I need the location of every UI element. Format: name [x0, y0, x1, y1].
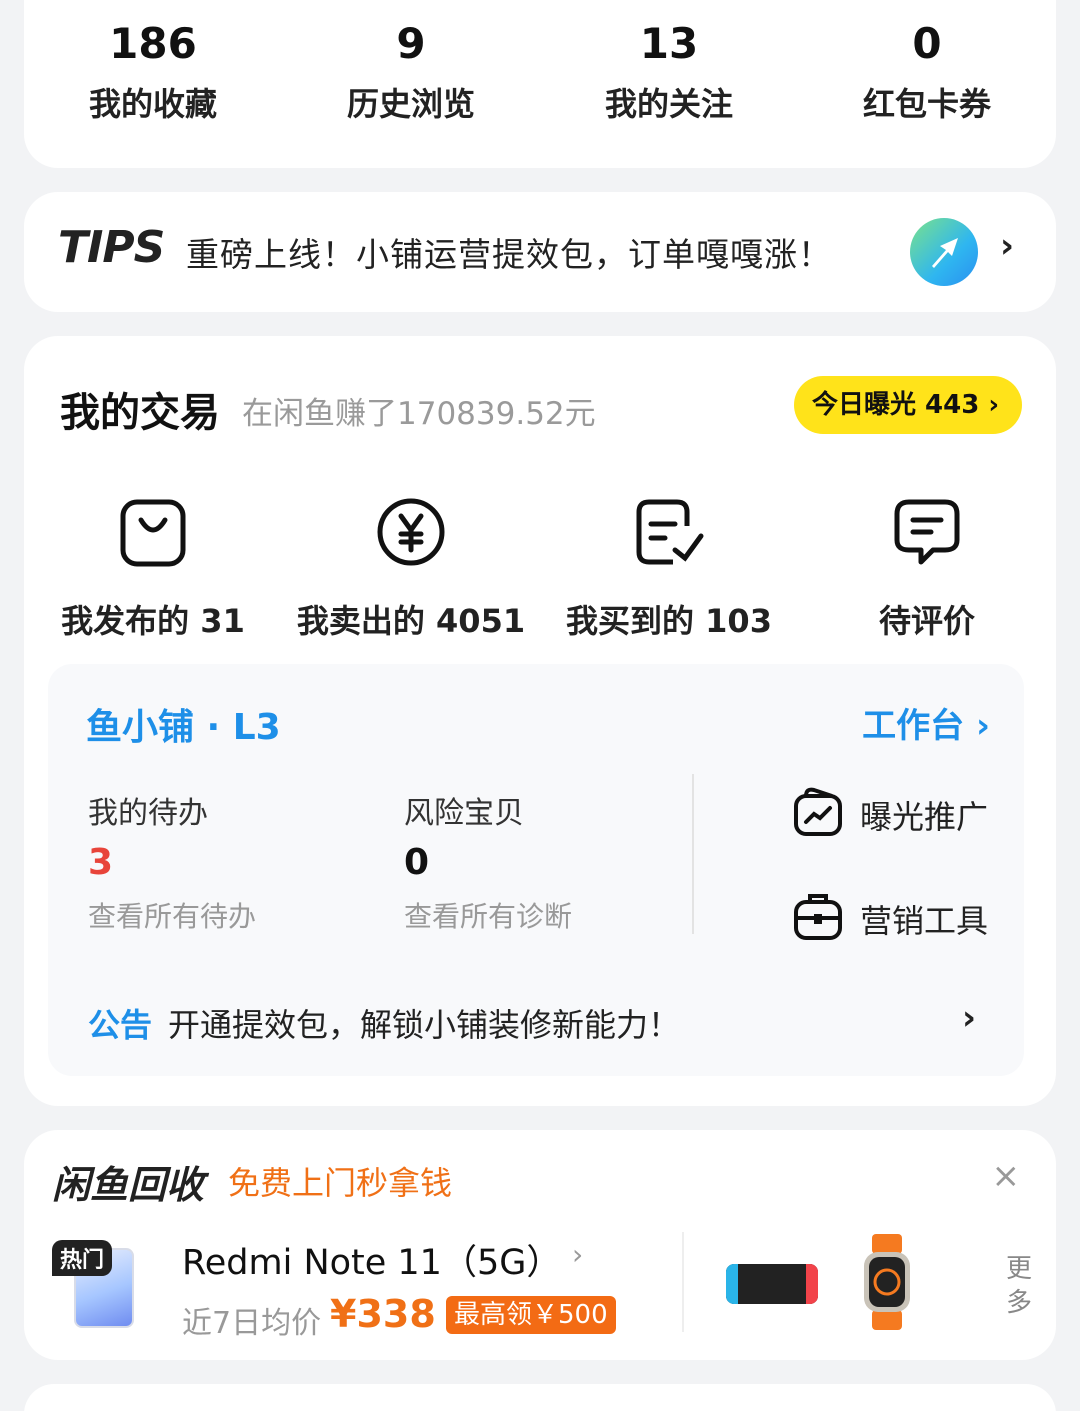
risk-block[interactable]: 风险宝贝 0 查看所有诊断	[404, 788, 572, 935]
sold-entry[interactable]: 我卖出的 4051	[282, 496, 540, 642]
published-entry[interactable]: 我发布的 31	[24, 496, 282, 642]
briefcase-icon	[792, 890, 844, 942]
risk-title: 风险宝贝	[404, 796, 524, 831]
shop-notice[interactable]: 公告 开通提效包，解锁小铺装修新能力！	[88, 1000, 680, 1046]
risk-link[interactable]: 查看所有诊断	[404, 895, 572, 935]
chevron-right-icon: ›	[572, 1238, 584, 1271]
today-exposure-button[interactable]: 今日曝光 443 ›	[794, 376, 1022, 434]
notice-text: 开通提效包，解锁小铺装修新能力！	[168, 1006, 681, 1044]
to-review-entry[interactable]: 待评价	[798, 496, 1056, 642]
stat-label: 我的关注	[604, 85, 733, 123]
earned-amount: 在闲鱼赚了170839.52元	[242, 396, 596, 432]
avg-price-label: 近7日均价	[182, 1306, 322, 1341]
divider	[682, 1232, 684, 1332]
stat-history[interactable]: 9 历史浏览	[282, 18, 540, 126]
chart-bag-icon	[792, 786, 844, 838]
stat-label: 红包卡券	[862, 85, 991, 123]
product-name[interactable]: Redmi Note 11（5G）	[182, 1234, 561, 1285]
stats-card: 186 我的收藏 9 历史浏览 13 我的关注 0 红包卡券	[24, 0, 1056, 168]
stat-value: 9	[396, 19, 426, 68]
close-icon[interactable]: ×	[992, 1156, 1021, 1196]
stat-value: 0	[912, 19, 942, 68]
more-link[interactable]: 更多	[1006, 1252, 1036, 1320]
entry-label: 我买到的 103	[566, 602, 772, 640]
entry-label: 待评价	[878, 602, 975, 640]
checked-list-icon	[633, 496, 705, 568]
tool-label: 营销工具	[860, 902, 989, 940]
recycle-title: 闲鱼回收	[52, 1163, 205, 1207]
my-trade-card: 我的交易 在闲鱼赚了170839.52元 今日曝光 443 › 我发布的 31 …	[24, 336, 1056, 1106]
hot-badge: 热门	[52, 1240, 113, 1276]
fish-shop-panel: 鱼小铺 · L3 工作台 › 我的待办 3 查看所有待办 风险宝贝 0 查看所有…	[48, 664, 1024, 1076]
comment-icon	[891, 496, 963, 568]
todo-title: 我的待办	[88, 796, 208, 831]
entry-label: 我发布的 31	[61, 602, 245, 640]
arrow-badge-icon	[910, 218, 978, 286]
stat-label: 历史浏览	[346, 85, 475, 123]
tool-label: 曝光推广	[860, 798, 989, 836]
notice-tag: 公告	[88, 1006, 153, 1044]
todo-count: 3	[88, 842, 114, 883]
chevron-right-icon: ›	[1000, 226, 1015, 266]
entry-label: 我卖出的 4051	[296, 602, 526, 640]
tips-text: 重磅上线！小铺运营提效包，订单嘎嘎涨！	[186, 235, 832, 274]
risk-count: 0	[404, 842, 430, 883]
stat-label: 我的收藏	[88, 85, 217, 123]
smartwatch-image[interactable]	[860, 1234, 914, 1330]
yen-circle-icon	[375, 496, 447, 568]
workbench-link[interactable]: 工作台 ›	[862, 698, 990, 747]
stat-value: 186	[109, 19, 197, 68]
shop-level: 鱼小铺 · L3	[86, 707, 281, 748]
next-card	[24, 1384, 1056, 1411]
max-bonus-tag[interactable]: 最高领￥500	[446, 1296, 616, 1334]
recycle-subtitle: 免费上门秒拿钱	[228, 1164, 453, 1202]
game-console-image[interactable]	[726, 1264, 818, 1304]
bag-icon	[117, 496, 189, 568]
avg-price: ¥338	[330, 1292, 436, 1336]
bought-entry[interactable]: 我买到的 103	[540, 496, 798, 642]
stat-value: 13	[639, 19, 699, 68]
divider	[692, 774, 694, 934]
stat-favorites[interactable]: 186 我的收藏	[24, 18, 282, 126]
tips-banner[interactable]: TIPS 重磅上线！小铺运营提效包，订单嘎嘎涨！ ›	[24, 192, 1056, 312]
chevron-right-icon: ›	[962, 998, 977, 1038]
stat-following[interactable]: 13 我的关注	[540, 18, 798, 126]
stat-coupons[interactable]: 0 红包卡券	[798, 18, 1056, 126]
todo-block[interactable]: 我的待办 3 查看所有待办	[88, 788, 256, 935]
trade-title: 我的交易	[60, 390, 220, 436]
todo-link[interactable]: 查看所有待办	[88, 895, 256, 935]
tips-logo: TIPS	[58, 222, 171, 273]
recycle-card: 闲鱼回收 免费上门秒拿钱 × 热门 Redmi Note 11（5G） › 近7…	[24, 1130, 1056, 1360]
